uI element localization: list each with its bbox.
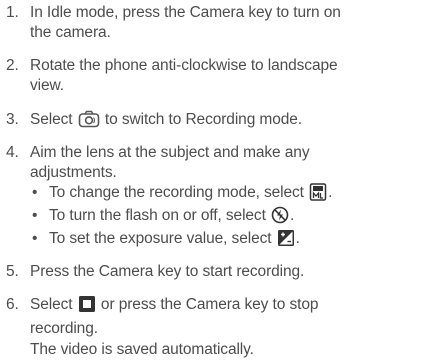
step-number: 4. — [6, 144, 19, 161]
bullet-text-content: To turn the flash on or off, select — [49, 207, 266, 224]
step-line: Rotate the phone anti-clockwise to lands… — [30, 57, 338, 74]
result-note: The video is saved automatically. — [30, 341, 254, 358]
exposure-icon — [277, 229, 295, 253]
step-line: the camera. — [30, 24, 111, 41]
step-line: Select or press the Camera key to stop — [30, 295, 417, 319]
bullet-dot: • — [32, 207, 38, 224]
bullet-text: To set the exposure value, select . — [49, 229, 300, 253]
bullet-dot: • — [32, 184, 38, 201]
step-number: 3. — [6, 111, 19, 128]
bullet-period: . — [290, 207, 295, 224]
step-text-pre: Select — [30, 296, 73, 313]
step-number: 2. — [6, 57, 19, 74]
step-number: 5. — [6, 263, 19, 280]
bullet-dot: • — [32, 230, 38, 247]
step-text: Select to switch to Recording mode. — [30, 110, 417, 134]
bullet-text-content: To change the recording mode, select — [49, 184, 304, 201]
instructions-page: 1. In Idle mode, press the Camera key to… — [0, 0, 421, 362]
step-line: adjustments. — [30, 164, 117, 181]
bullet-text: To turn the flash on or off, select . — [49, 206, 294, 230]
stop-icon — [78, 295, 96, 319]
bullet-period: . — [295, 230, 300, 247]
step-line: recording. — [30, 320, 98, 337]
step-text: In Idle mode, press the Camera key to tu… — [30, 3, 417, 43]
step-text: Rotate the phone anti-clockwise to lands… — [30, 56, 417, 96]
step-line: Press the Camera key to start recording. — [30, 263, 305, 280]
step-text: Aim the lens at the subject and make any… — [30, 143, 417, 183]
step-number: 1. — [6, 4, 19, 21]
step-text-post: to switch to Recording mode. — [104, 111, 302, 128]
step-line: In Idle mode, press the Camera key to tu… — [30, 4, 341, 21]
step-text-pre: Select — [30, 111, 73, 128]
bullet-period: . — [328, 184, 333, 201]
step-line: Aim the lens at the subject and make any — [30, 144, 310, 161]
bullet-text: To change the recording mode, select . — [49, 183, 332, 207]
step-line: view. — [30, 77, 64, 94]
step-text-post: or press the Camera key to stop — [100, 296, 319, 313]
step-text: Select or press the Camera key to stop r… — [30, 295, 417, 339]
step-text: Press the Camera key to start recording. — [30, 262, 417, 282]
bullet-text-content: To set the exposure value, select — [49, 230, 272, 247]
camera-switch-icon — [78, 110, 100, 134]
flash-off-icon — [271, 206, 289, 230]
recording-mode-icon — [309, 183, 327, 207]
step-number: 6. — [6, 296, 19, 313]
